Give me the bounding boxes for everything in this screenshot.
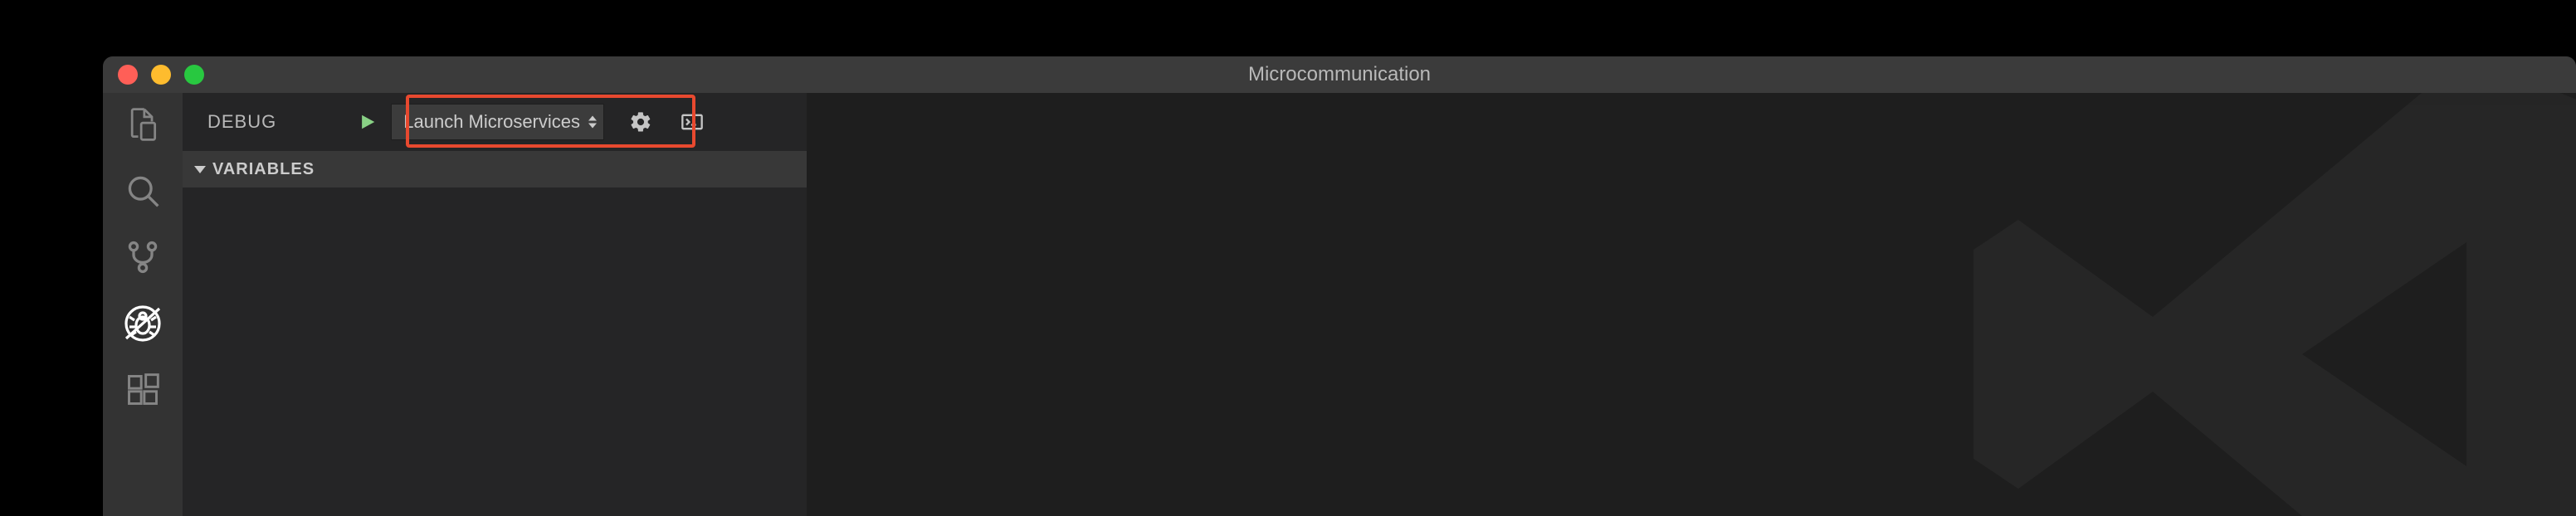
titlebar: Microcommunication [103,56,2576,93]
launch-group: Launch Microservices [353,104,604,140]
start-debug-button[interactable] [353,107,383,137]
variables-section-header[interactable]: VARIABLES [183,151,807,187]
activity-bar [103,93,183,516]
chevron-down-icon [194,166,206,173]
select-arrows-icon [588,116,597,129]
debug-config-select[interactable]: Launch Microservices [391,104,604,140]
variables-section-title: VARIABLES [212,160,315,179]
maximize-window-button[interactable] [184,65,204,85]
source-control-icon[interactable] [123,237,163,277]
debug-icon[interactable] [123,304,163,343]
debug-sidebar: DEBUG Launch Microservices [183,93,807,516]
close-window-button[interactable] [118,65,138,85]
explorer-icon[interactable] [123,105,163,144]
vscode-watermark-icon [1929,93,2576,516]
sidebar-title: DEBUG [207,111,276,133]
debug-settings-button[interactable] [626,107,656,137]
debug-sidebar-header: DEBUG Launch Microservices [183,93,807,151]
search-icon[interactable] [123,171,163,211]
debug-console-button[interactable] [677,107,707,137]
debug-config-selected: Launch Microservices [403,111,580,133]
variables-section-body [183,187,807,516]
app-window: Microcommunication [103,56,2576,516]
editor-area [807,93,2576,516]
app-body: DEBUG Launch Microservices [103,93,2576,516]
window-controls [103,65,204,85]
window-title: Microcommunication [1248,63,1431,86]
minimize-window-button[interactable] [151,65,171,85]
extensions-icon[interactable] [123,370,163,410]
